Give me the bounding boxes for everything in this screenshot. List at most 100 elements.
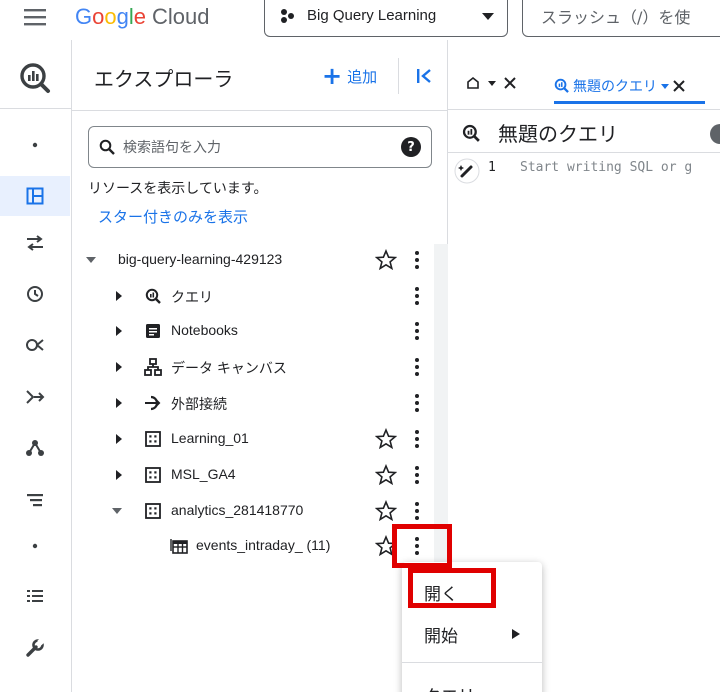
rail-lineage-icon[interactable]	[0, 428, 70, 468]
tree-row-queries[interactable]: クエリ	[72, 279, 432, 313]
external-connection-icon	[144, 394, 162, 412]
star-icon[interactable]	[375, 500, 397, 522]
project-picker[interactable]: Big Query Learning	[264, 0, 508, 37]
logo-letter: o	[92, 4, 105, 29]
more-actions-icon[interactable]	[410, 464, 424, 486]
tab-untitled-query[interactable]: 無題のクエリ	[554, 70, 705, 104]
star-icon[interactable]	[375, 428, 397, 450]
rail-divider	[0, 108, 72, 109]
tree-label: analytics_281418770	[171, 502, 304, 518]
resource-message: リソースを表示しています。	[88, 181, 268, 197]
more-actions-icon[interactable]	[410, 500, 424, 522]
rail-wrench-icon[interactable]	[0, 628, 70, 668]
dataset-icon	[144, 502, 162, 520]
rail-transfers-icon[interactable]	[0, 223, 70, 263]
rail-history-icon[interactable]	[0, 274, 70, 314]
menu-item-start[interactable]: 開始	[402, 614, 542, 654]
tree-row-external-connections[interactable]: 外部接続	[72, 386, 432, 420]
tree-label: events_intraday_ (11)	[196, 537, 331, 553]
collapsed-caret-icon	[116, 434, 122, 444]
close-icon[interactable]	[673, 79, 685, 92]
tree-row-dataset[interactable]: MSL_GA4	[72, 458, 432, 492]
dropdown-caret-icon	[481, 11, 495, 21]
more-actions-icon[interactable]	[410, 356, 424, 378]
tree-label: big-query-learning-429123	[118, 251, 283, 267]
rail-dot-icon[interactable]	[0, 526, 70, 566]
logo-cloud-text: Cloud	[152, 4, 210, 29]
menu-item-query[interactable]: クエリ	[402, 674, 542, 692]
collapsed-caret-icon	[116, 470, 122, 480]
bigquery-query-icon	[554, 78, 569, 93]
more-actions-icon[interactable]	[410, 535, 424, 557]
rail-release-notes-icon[interactable]	[0, 576, 70, 616]
top-bar: Google Cloud Big Query Learning スラッシュ（/）を…	[0, 0, 720, 40]
bigquery-query-icon	[144, 287, 162, 305]
more-actions-icon[interactable]	[410, 428, 424, 450]
rail-dot-icon[interactable]	[0, 125, 70, 165]
line-number: 1	[488, 160, 496, 175]
tree-row-table[interactable]: events_intraday_ (11)	[72, 529, 432, 563]
collapsed-caret-icon	[116, 291, 122, 301]
tab-caret-icon[interactable]	[661, 82, 669, 90]
submenu-arrow-icon	[512, 629, 520, 639]
collapsed-caret-icon	[116, 362, 122, 372]
expanded-caret-icon	[112, 508, 122, 514]
collapse-panel-icon[interactable]	[410, 62, 438, 90]
logo-letter: g	[116, 4, 129, 29]
star-icon[interactable]	[375, 249, 397, 271]
search-icon	[99, 139, 115, 155]
tree-row-dataset-expanded[interactable]: analytics_281418770	[72, 494, 432, 528]
explorer-search-placeholder: 検索語句を入力	[123, 140, 221, 156]
status-icon[interactable]	[710, 124, 720, 144]
query-title-row: 無題のクエリ	[462, 118, 618, 147]
global-search-input[interactable]: スラッシュ（/）を使	[522, 0, 720, 37]
bigquery-logo-icon[interactable]	[0, 56, 70, 100]
google-cloud-logo[interactable]: Google Cloud	[75, 2, 210, 32]
tree-row-dataset[interactable]: Learning_01	[72, 422, 432, 456]
tree-label: クエリ	[171, 289, 213, 305]
home-icon	[467, 76, 479, 89]
gemini-assist-icon[interactable]	[454, 158, 480, 184]
tab-caret-icon[interactable]	[488, 79, 496, 87]
rail-list-icon[interactable]	[0, 480, 70, 520]
data-canvas-icon	[144, 358, 162, 376]
collapsed-caret-icon	[116, 398, 122, 408]
dataset-icon	[144, 430, 162, 448]
explorer-title: エクスプローラ	[94, 69, 234, 91]
star-icon[interactable]	[375, 464, 397, 486]
tree-row-notebooks[interactable]: Notebooks	[72, 314, 432, 348]
collapsed-caret-icon	[116, 326, 122, 336]
sharded-table-icon	[170, 537, 188, 555]
close-icon[interactable]	[504, 77, 516, 89]
hamburger-menu-icon[interactable]	[22, 6, 48, 28]
star-icon[interactable]	[375, 535, 397, 557]
tree-row-data-canvas[interactable]: データ キャンバス	[72, 350, 432, 384]
search-placeholder: スラッシュ（/）を使	[541, 7, 691, 27]
logo-letter: G	[75, 4, 93, 29]
tab-label: 無題のクエリ	[573, 78, 657, 95]
help-icon[interactable]: ?	[401, 137, 421, 157]
show-starred-only-link[interactable]: スター付きのみを表示	[98, 206, 248, 227]
home-tab[interactable]	[466, 76, 516, 90]
add-button[interactable]: + 追加	[322, 62, 377, 90]
add-button-label: 追加	[347, 67, 378, 86]
more-actions-icon[interactable]	[410, 392, 424, 414]
explorer-panel: エクスプローラ + 追加 検索語句を入力 ? リソースを表示しています。 スター…	[72, 40, 448, 692]
tree-label: MSL_GA4	[171, 466, 236, 482]
more-actions-icon[interactable]	[410, 249, 424, 271]
menu-item-open[interactable]: 開く	[402, 572, 542, 612]
project-name: Big Query Learning	[307, 7, 437, 24]
tree-row-project[interactable]: big-query-learning-429123	[72, 243, 432, 277]
more-actions-icon[interactable]	[410, 320, 424, 342]
query-title: 無題のクエリ	[498, 124, 618, 146]
rail-studio-icon[interactable]	[0, 176, 70, 216]
more-actions-icon[interactable]	[410, 285, 424, 307]
plus-icon: +	[322, 62, 343, 90]
bigquery-query-icon	[462, 124, 480, 142]
expanded-caret-icon	[86, 257, 96, 263]
logo-letter: e	[133, 4, 147, 29]
explorer-search-input[interactable]: 検索語句を入力 ?	[88, 126, 432, 168]
rail-dataflow-icon[interactable]	[0, 377, 70, 417]
rail-analytics-hub-icon[interactable]	[0, 325, 70, 365]
context-menu: 開く 開始 クエリ	[402, 562, 542, 692]
